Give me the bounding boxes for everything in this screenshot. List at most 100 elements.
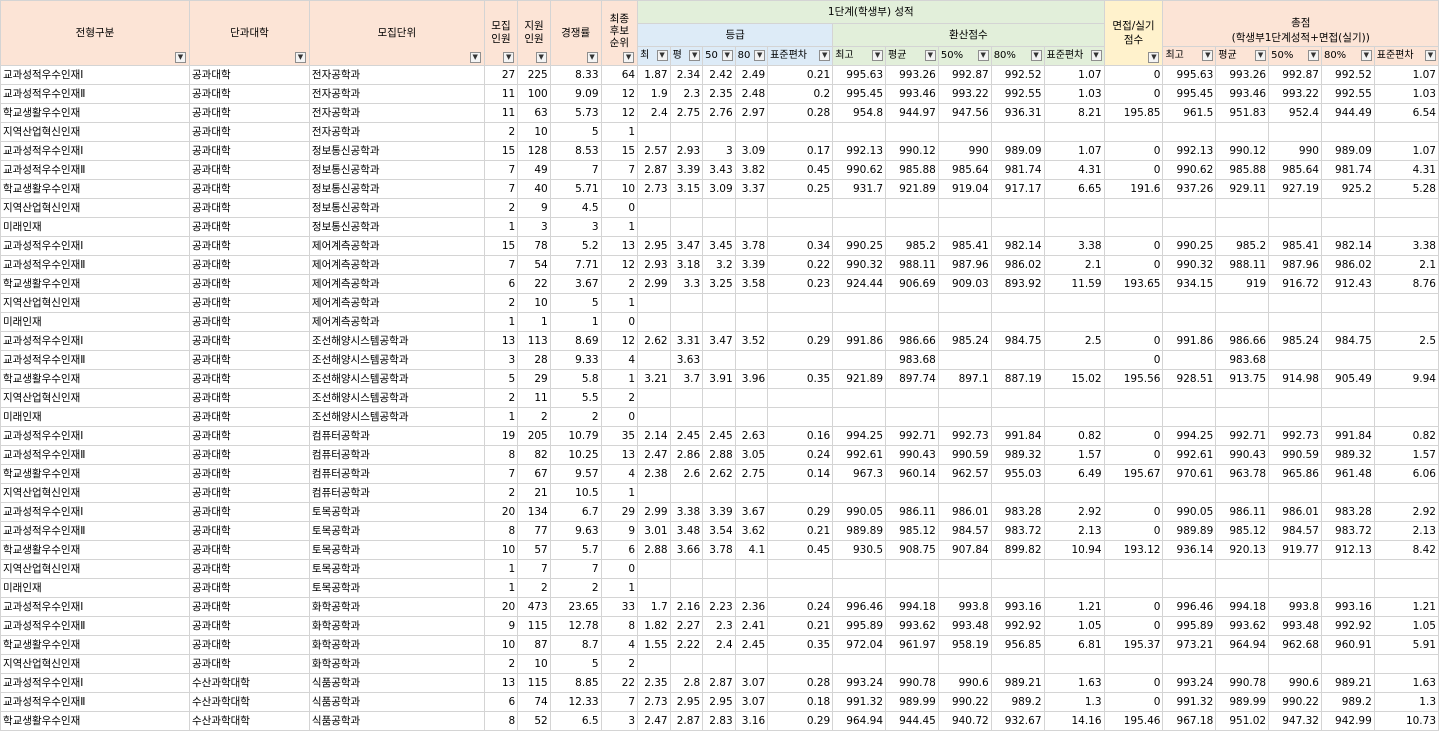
table-cell[interactable]: 986.01: [937, 502, 992, 522]
table-cell[interactable]: [1373, 578, 1439, 598]
table-cell[interactable]: 0: [1103, 502, 1164, 522]
table-cell[interactable]: [1162, 388, 1217, 408]
table-cell[interactable]: [1103, 198, 1164, 218]
table-cell[interactable]: 11.59: [1043, 274, 1105, 294]
table-cell[interactable]: 0: [1103, 673, 1164, 693]
table-cell[interactable]: 985.88: [1215, 160, 1270, 180]
table-cell[interactable]: 2.13: [1373, 521, 1439, 541]
table-cell[interactable]: [702, 122, 736, 142]
table-cell[interactable]: [937, 217, 992, 237]
table-cell[interactable]: 989.32: [1320, 445, 1375, 465]
table-cell[interactable]: [1043, 350, 1105, 370]
table-cell[interactable]: 5.91: [1373, 635, 1439, 655]
table-cell[interactable]: [1268, 312, 1322, 332]
table-cell[interactable]: 공과대학: [189, 293, 310, 313]
table-cell[interactable]: [937, 483, 992, 503]
table-cell[interactable]: [669, 559, 704, 579]
table-cell[interactable]: 29: [517, 369, 551, 389]
table-cell[interactable]: 2.63: [734, 426, 769, 446]
table-cell[interactable]: 914.98: [1268, 369, 1322, 389]
table-cell[interactable]: 225: [517, 65, 551, 85]
table-cell[interactable]: 3.25: [702, 274, 736, 294]
subheader-conv-50[interactable]: 50% ▼: [937, 46, 992, 66]
table-cell[interactable]: [1162, 312, 1217, 332]
table-cell[interactable]: 993.26: [1215, 65, 1270, 85]
table-cell[interactable]: 토목공학과: [308, 502, 485, 522]
table-cell[interactable]: 985.2: [885, 236, 939, 256]
table-cell[interactable]: 916.72: [1268, 274, 1322, 294]
table-cell[interactable]: 986.11: [885, 502, 939, 522]
table-cell[interactable]: [1320, 407, 1375, 427]
table-cell[interactable]: 191.6: [1103, 179, 1164, 199]
table-cell[interactable]: 990.6: [937, 673, 992, 693]
table-cell[interactable]: 공과대학: [189, 331, 310, 351]
table-cell[interactable]: [669, 483, 704, 503]
table-cell[interactable]: 공과대학: [189, 483, 310, 503]
table-cell[interactable]: [990, 559, 1045, 579]
table-cell[interactable]: 992.52: [1320, 65, 1375, 85]
table-cell[interactable]: [1103, 559, 1164, 579]
dropdown-arrow-icon[interactable]: ▼: [1090, 50, 1102, 61]
table-cell[interactable]: 920.13: [1215, 540, 1270, 560]
table-cell[interactable]: 113: [517, 331, 551, 351]
table-cell[interactable]: [767, 578, 834, 598]
table-cell[interactable]: 992.13: [1162, 141, 1217, 161]
table-cell[interactable]: 학교생활우수인재: [0, 103, 190, 123]
table-cell[interactable]: 정보통신공학과: [308, 141, 485, 161]
table-cell[interactable]: 984.57: [1268, 521, 1322, 541]
table-cell[interactable]: 984.75: [1320, 331, 1375, 351]
table-cell[interactable]: 미래인재: [0, 312, 190, 332]
table-cell[interactable]: [1162, 559, 1217, 579]
table-cell[interactable]: 921.89: [885, 179, 939, 199]
table-cell[interactable]: 3.62: [734, 521, 769, 541]
table-cell[interactable]: 0: [1103, 445, 1164, 465]
table-cell[interactable]: 1.07: [1043, 65, 1105, 85]
table-cell[interactable]: 944.49: [1320, 103, 1375, 123]
table-cell[interactable]: 887.19: [990, 369, 1045, 389]
table-cell[interactable]: 식품공학과: [308, 711, 485, 731]
table-cell[interactable]: 2.73: [637, 179, 671, 199]
table-cell[interactable]: 991.32: [1162, 692, 1217, 712]
table-cell[interactable]: 10.5: [549, 483, 602, 503]
table-cell[interactable]: 1.7: [637, 597, 671, 617]
table-cell[interactable]: 교과성적우수인재Ⅰ: [0, 331, 190, 351]
table-cell[interactable]: 990.59: [937, 445, 992, 465]
table-cell[interactable]: 2.95: [637, 236, 671, 256]
table-cell[interactable]: 교과성적우수인재Ⅰ: [0, 141, 190, 161]
table-cell[interactable]: 897.1: [937, 369, 992, 389]
table-cell[interactable]: [702, 559, 736, 579]
table-cell[interactable]: [1162, 407, 1217, 427]
table-cell[interactable]: 3: [702, 141, 736, 161]
table-cell[interactable]: 965.86: [1268, 464, 1322, 484]
table-cell[interactable]: 993.48: [1268, 616, 1322, 636]
table-cell[interactable]: 6.54: [1373, 103, 1439, 123]
table-cell[interactable]: 942.99: [1320, 711, 1375, 731]
table-cell[interactable]: 2.95: [669, 692, 704, 712]
table-cell[interactable]: [937, 312, 992, 332]
table-cell[interactable]: 2.47: [637, 445, 671, 465]
table-cell[interactable]: 1: [517, 312, 551, 332]
table-cell[interactable]: 7: [483, 255, 519, 275]
table-cell[interactable]: 5.28: [1373, 179, 1439, 199]
table-cell[interactable]: 0.29: [767, 711, 834, 731]
table-cell[interactable]: [832, 578, 887, 598]
table-cell[interactable]: 8.7: [549, 635, 602, 655]
table-cell[interactable]: 정보통신공학과: [308, 179, 485, 199]
table-cell[interactable]: 8.76: [1373, 274, 1439, 294]
table-cell[interactable]: [637, 312, 671, 332]
table-cell[interactable]: 3.3: [669, 274, 704, 294]
table-cell[interactable]: 995.89: [832, 616, 887, 636]
table-cell[interactable]: 982.14: [990, 236, 1045, 256]
table-cell[interactable]: 0.25: [767, 179, 834, 199]
table-cell[interactable]: 1: [600, 122, 639, 142]
table-cell[interactable]: 9: [517, 198, 551, 218]
table-cell[interactable]: 992.61: [832, 445, 887, 465]
table-cell[interactable]: 1.07: [1043, 141, 1105, 161]
table-cell[interactable]: 2.1: [1043, 255, 1105, 275]
table-cell[interactable]: 지역산업혁신인재: [0, 483, 190, 503]
subheader-total-80[interactable]: 80% ▼: [1320, 46, 1375, 66]
table-cell[interactable]: 3.07: [734, 673, 769, 693]
table-cell[interactable]: 11: [483, 84, 519, 104]
table-cell[interactable]: 995.63: [832, 65, 887, 85]
table-cell[interactable]: 993.62: [885, 616, 939, 636]
